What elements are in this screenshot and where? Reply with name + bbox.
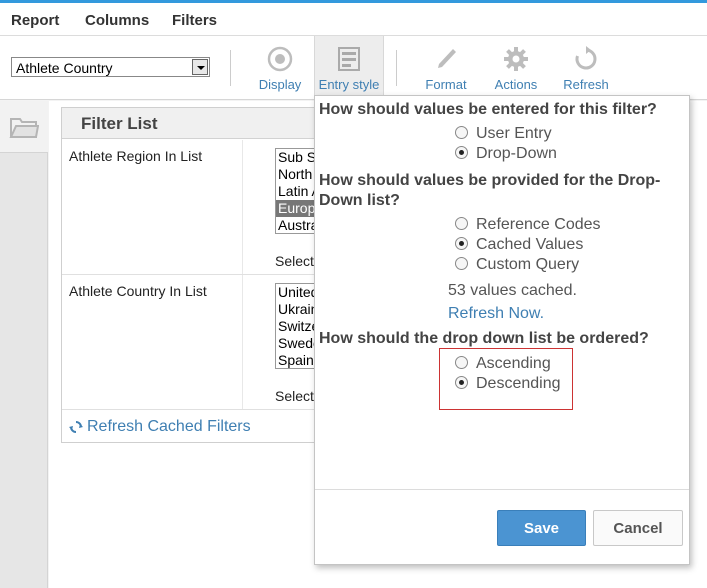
menu-report[interactable]: Report — [11, 12, 59, 29]
cached-count-note: 53 values cached. — [448, 282, 577, 299]
filter-list-title: Filter List — [81, 114, 158, 133]
option-descending[interactable]: Descending — [455, 375, 561, 393]
column-divider — [242, 140, 243, 274]
question-sort-order: How should the drop down list be ordered… — [319, 330, 649, 347]
option-custom-query[interactable]: Custom Query — [455, 256, 579, 274]
refresh-cached-filters-label: Refresh Cached Filters — [87, 418, 251, 435]
entry-style-popup: How should values be entered for this fi… — [314, 95, 690, 565]
option-user-entry[interactable]: User Entry — [455, 125, 552, 143]
select-link[interactable]: Select — [275, 253, 314, 269]
option-label: Descending — [476, 375, 561, 392]
cancel-button[interactable]: Cancel — [593, 510, 683, 546]
format-label: Format — [425, 77, 467, 92]
option-label: User Entry — [476, 125, 552, 142]
menu-columns[interactable]: Columns — [85, 12, 149, 29]
option-label: Custom Query — [476, 256, 580, 273]
save-button[interactable]: Save — [497, 510, 586, 546]
option-ascending[interactable]: Ascending — [455, 355, 551, 373]
menu-filters[interactable]: Filters — [172, 12, 217, 29]
radio-unchecked[interactable] — [455, 126, 468, 139]
radio-checked[interactable] — [455, 237, 468, 250]
format-button[interactable]: Format — [416, 36, 476, 100]
option-reference-codes[interactable]: Reference Codes — [455, 216, 601, 234]
option-label: Drop-Down — [476, 145, 557, 162]
menu-bar: Report Columns Filters — [0, 3, 707, 36]
option-drop-down[interactable]: Drop-Down — [455, 145, 557, 163]
filter-name: Athlete Region In List — [69, 148, 203, 164]
select-link[interactable]: Select — [275, 388, 314, 404]
actions-button[interactable]: Actions — [486, 36, 546, 100]
question-line: Down list? — [319, 192, 400, 209]
sidebar-tab-folder[interactable] — [0, 101, 48, 153]
folder-icon — [9, 118, 39, 138]
display-button[interactable]: Display — [250, 36, 310, 100]
left-sidebar — [0, 101, 48, 588]
pencil-icon — [438, 49, 456, 68]
refresh-now-link[interactable]: Refresh Now. — [448, 305, 544, 323]
field-select-value: Athlete Country — [16, 60, 113, 76]
refresh-icon — [69, 421, 83, 433]
option-cached-values[interactable]: Cached Values — [455, 236, 583, 254]
option-label: Ascending — [476, 355, 551, 372]
refresh-icon — [575, 46, 597, 70]
refresh-button[interactable]: Refresh — [556, 36, 616, 100]
filter-name: Athlete Country In List — [69, 283, 207, 299]
refresh-label: Refresh — [563, 77, 609, 92]
column-divider — [242, 275, 243, 409]
radio-unchecked[interactable] — [455, 257, 468, 270]
radio-unchecked[interactable] — [455, 356, 468, 369]
question-line: How should values be provided for the Dr… — [319, 172, 661, 189]
actions-label: Actions — [494, 77, 538, 92]
radio-checked[interactable] — [455, 146, 468, 159]
gear-icon — [504, 47, 528, 71]
radio-checked[interactable] — [455, 376, 468, 389]
option-label: Cached Values — [476, 236, 584, 253]
question-dropdown-source: How should values be provided for the Dr… — [319, 171, 660, 211]
option-label: Reference Codes — [476, 216, 601, 233]
display-label: Display — [258, 77, 302, 92]
eye-icon — [267, 46, 293, 72]
chevron-down-icon[interactable] — [192, 59, 208, 75]
entry-style-label: Entry style — [318, 77, 380, 92]
form-icon — [338, 47, 360, 71]
popup-footer-divider — [315, 489, 689, 490]
toolbar-divider — [230, 50, 231, 86]
question-entry-method: How should values be entered for this fi… — [319, 101, 657, 118]
radio-unchecked[interactable] — [455, 217, 468, 230]
toolbar-divider — [396, 50, 397, 86]
field-select[interactable]: Athlete Country — [11, 57, 210, 77]
entry-style-button[interactable]: Entry style — [314, 36, 384, 100]
toolbar: Athlete Country Display Entry style Form… — [0, 36, 707, 100]
refresh-cached-filters-link[interactable]: Refresh Cached Filters — [69, 418, 251, 436]
